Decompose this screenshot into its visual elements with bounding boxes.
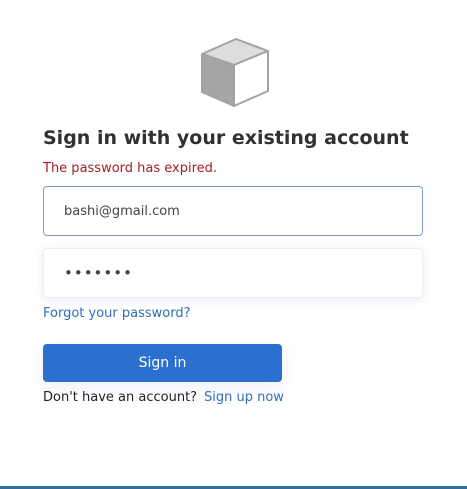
email-field[interactable] — [43, 186, 423, 236]
cube-logo-icon — [196, 36, 270, 110]
page-title: Sign in with your existing account — [43, 127, 409, 149]
no-account-text: Don't have an account? — [43, 390, 198, 405]
forgot-password-link[interactable]: Forgot your password? — [43, 306, 191, 321]
password-field[interactable] — [43, 248, 423, 298]
sign-up-link[interactable]: Sign up now — [204, 390, 284, 405]
sign-in-button[interactable]: Sign in — [43, 344, 282, 382]
error-message: The password has expired. — [43, 161, 218, 176]
